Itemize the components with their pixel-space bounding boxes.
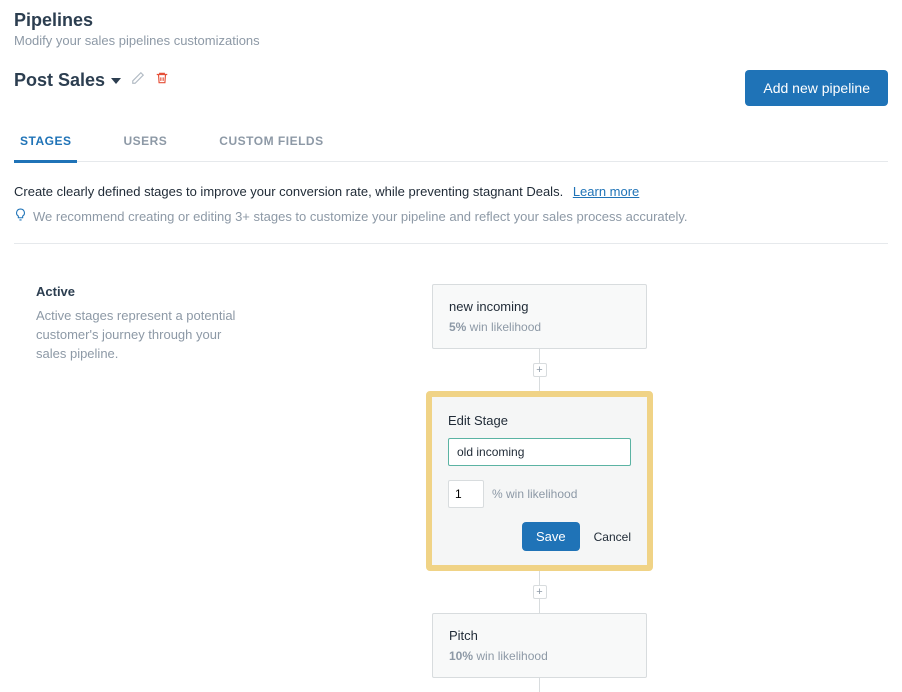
pipeline-selector[interactable]: Post Sales	[14, 70, 121, 91]
connector-line	[539, 599, 540, 613]
chevron-down-icon	[111, 78, 121, 84]
tab-users[interactable]: USERS	[117, 124, 173, 161]
stage-name: new incoming	[449, 299, 630, 314]
trash-icon[interactable]	[155, 70, 169, 91]
page-subtitle: Modify your sales pipelines customizatio…	[14, 33, 260, 48]
section-desc-active: Active stages represent a potential cust…	[36, 307, 236, 364]
connector-line	[539, 377, 540, 391]
section-title-active: Active	[36, 284, 236, 299]
edit-stage-card: Edit Stage % win likelihood Save Cancel	[432, 397, 647, 565]
add-pipeline-button[interactable]: Add new pipeline	[745, 70, 888, 106]
connector-line	[539, 349, 540, 363]
stage-name-input[interactable]	[448, 438, 631, 466]
pipeline-name-label: Post Sales	[14, 70, 105, 91]
pencil-icon[interactable]	[131, 71, 145, 90]
edit-stage-highlight: Edit Stage % win likelihood Save Cancel	[426, 391, 653, 571]
likelihood-label: % win likelihood	[492, 487, 577, 501]
tab-stages[interactable]: STAGES	[14, 124, 77, 163]
add-stage-button[interactable]: +	[533, 585, 547, 599]
info-text: Create clearly defined stages to improve…	[14, 184, 563, 199]
stage-card[interactable]: new incoming 5% win likelihood	[432, 284, 647, 349]
page-title: Pipelines	[14, 10, 260, 31]
save-button[interactable]: Save	[522, 522, 580, 551]
stage-card[interactable]: Pitch 10% win likelihood	[432, 613, 647, 678]
stage-name: Pitch	[449, 628, 630, 643]
lightbulb-icon	[14, 207, 27, 225]
likelihood-input[interactable]	[448, 480, 484, 508]
tab-custom-fields[interactable]: CUSTOM FIELDS	[213, 124, 329, 161]
learn-more-link[interactable]: Learn more	[573, 184, 639, 199]
stage-likelihood: 10% win likelihood	[449, 649, 630, 663]
cancel-button[interactable]: Cancel	[594, 530, 631, 544]
add-stage-button[interactable]: +	[533, 363, 547, 377]
recommend-text: We recommend creating or editing 3+ stag…	[33, 209, 688, 224]
stage-likelihood: 5% win likelihood	[449, 320, 630, 334]
edit-stage-title: Edit Stage	[448, 413, 631, 428]
connector-line	[539, 571, 540, 585]
connector-line	[539, 678, 540, 692]
tabs: STAGES USERS CUSTOM FIELDS	[14, 124, 888, 162]
